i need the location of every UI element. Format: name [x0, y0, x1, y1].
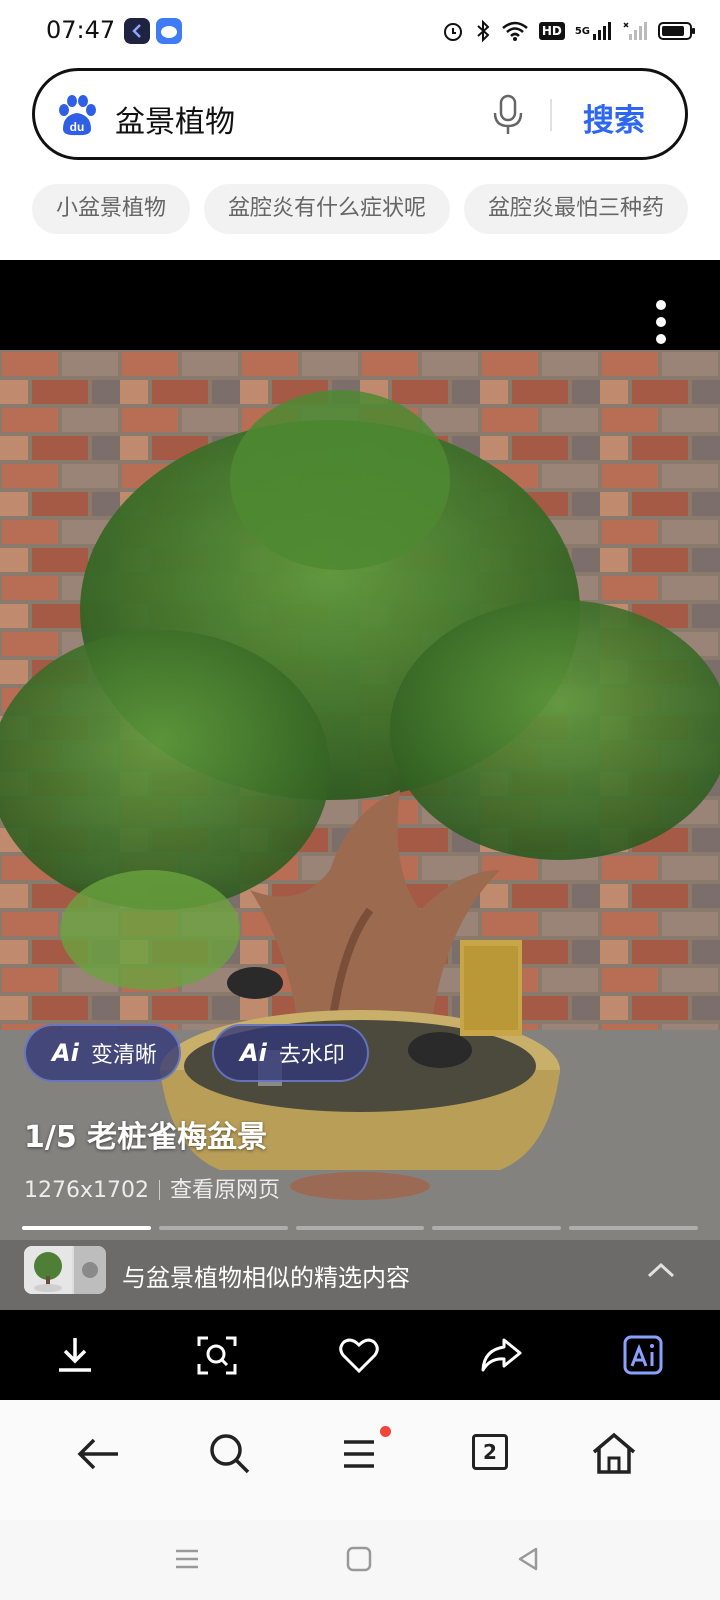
tabs-icon[interactable]: 2 — [472, 1434, 508, 1470]
progress-segment — [22, 1226, 151, 1230]
recent-apps-icon[interactable] — [172, 1544, 202, 1574]
progress-segment — [158, 1226, 288, 1230]
progress-segment — [569, 1226, 698, 1230]
search-divider — [550, 99, 552, 131]
ai-remove-watermark-label: 去水印 — [278, 1043, 345, 1068]
menu-icon[interactable] — [334, 1428, 386, 1480]
more-options-icon[interactable] — [656, 300, 668, 344]
browser-bottom-nav: 2 — [0, 1400, 720, 1520]
chevron-up-icon[interactable] — [646, 1260, 676, 1280]
app-icon-blue — [156, 18, 182, 44]
ai-remove-watermark-button[interactable]: Ai 去水印 — [212, 1024, 369, 1082]
home-square-icon[interactable] — [344, 1544, 374, 1574]
hd-icon: HD — [538, 18, 565, 44]
home-icon[interactable] — [588, 1428, 640, 1480]
ai-enhance-label: 变清晰 — [90, 1043, 157, 1068]
similar-content-bar[interactable]: 与盆景植物相似的精选内容 — [0, 1240, 720, 1310]
image-resolution: 1276x1702 — [24, 1178, 149, 1203]
similar-content-text: 与盆景植物相似的精选内容 — [122, 1264, 410, 1292]
microphone-icon[interactable] — [490, 93, 526, 137]
bluetooth-icon — [475, 18, 491, 44]
ai-icon: Ai — [240, 1039, 267, 1067]
search-box[interactable]: du 盆景植物 搜索 — [32, 68, 688, 160]
share-icon[interactable] — [478, 1332, 524, 1378]
suggestion-chip[interactable]: 小盆景植物 — [32, 184, 191, 234]
signal-2-icon — [622, 18, 648, 44]
ai-image-icon[interactable] — [620, 1332, 666, 1378]
status-time: 07:47 — [46, 16, 116, 44]
status-bar: 07:47 HD 5G — [0, 0, 720, 64]
image-search-icon[interactable] — [194, 1332, 240, 1378]
app-icon-dark — [124, 18, 150, 44]
image-title: 1/5 老桩雀梅盆景 — [24, 1120, 268, 1155]
suggestion-chip[interactable]: 盆腔炎最怕三种药 — [464, 184, 689, 234]
search-icon[interactable] — [204, 1428, 256, 1480]
image-meta: 1276x1702 查看原网页 — [24, 1172, 280, 1204]
alarm-icon — [441, 18, 465, 44]
back-triangle-icon[interactable] — [514, 1544, 544, 1574]
suggestion-chips: 小盆景植物 盆腔炎有什么症状呢 盆腔炎最怕三种药 — [32, 184, 720, 234]
similar-thumbnail — [24, 1246, 106, 1294]
signal-5g-icon: 5G — [575, 18, 612, 44]
image-progress — [22, 1226, 698, 1230]
ai-enhance-button[interactable]: Ai 变清晰 — [24, 1024, 181, 1082]
image-toolbar — [0, 1310, 720, 1400]
system-nav-bar — [0, 1520, 720, 1600]
search-input[interactable]: 盆景植物 — [115, 97, 235, 141]
progress-segment — [295, 1226, 425, 1230]
bonsai-image[interactable] — [0, 350, 720, 1310]
suggestion-chip[interactable]: 盆腔炎有什么症状呢 — [204, 184, 451, 234]
view-source-link[interactable]: 查看原网页 — [170, 1178, 280, 1203]
ai-icon: Ai — [52, 1039, 79, 1067]
progress-segment — [432, 1226, 562, 1230]
viewer-header — [0, 260, 720, 350]
svg-text:du: du — [70, 120, 85, 134]
notification-badge — [380, 1426, 391, 1437]
favorite-icon[interactable] — [336, 1332, 382, 1378]
baidu-logo-icon: du — [55, 93, 99, 137]
download-icon[interactable] — [52, 1332, 98, 1378]
wifi-icon — [501, 18, 529, 44]
back-icon[interactable] — [72, 1428, 124, 1480]
battery-icon — [658, 18, 696, 44]
status-icons: HD 5G — [441, 18, 696, 44]
search-button[interactable]: 搜索 — [583, 95, 645, 140]
